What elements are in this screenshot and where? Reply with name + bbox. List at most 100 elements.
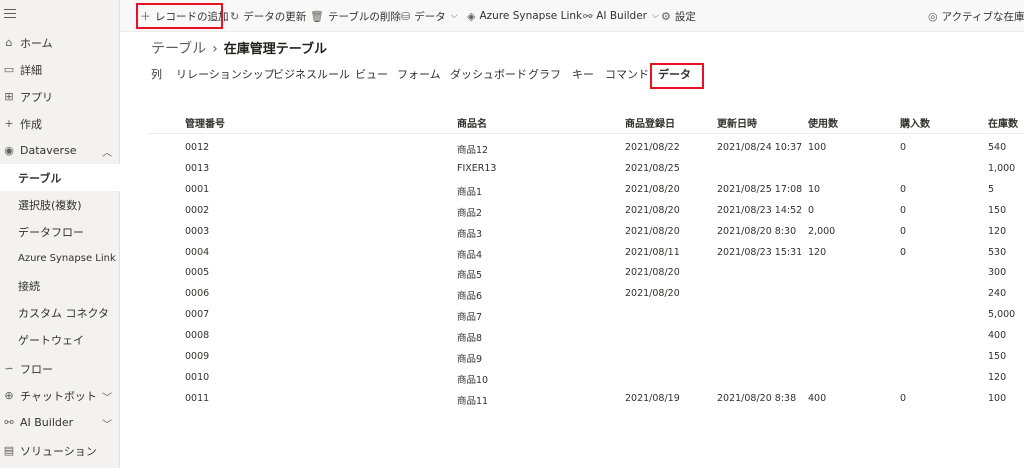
refresh-data-button[interactable]: ↻ データの更新: [230, 0, 306, 32]
column-header-registered-date[interactable]: 商品登録日: [625, 115, 675, 130]
breadcrumb-parent[interactable]: テーブル: [151, 41, 206, 57]
tab-forms[interactable]: フォーム: [397, 66, 441, 82]
cell-id: 0009: [185, 351, 210, 362]
sidebar-item-synapse-link[interactable]: Azure Synapse Link: [0, 245, 120, 272]
table-row[interactable]: 0008 商品8 400: [148, 326, 1024, 347]
data-menu-button[interactable]: ⛁ データ ⌵: [401, 0, 458, 32]
cell-stock-count: 150: [988, 351, 1007, 362]
sidebar-item-apps[interactable]: ⊞ アプリ: [0, 83, 120, 110]
table-row[interactable]: 0007 商品7 5,000: [148, 305, 1024, 326]
sidebar-item-dataflows[interactable]: データフロー: [0, 218, 120, 245]
cell-purchased-count: 0: [900, 142, 907, 153]
chevron-down-icon: ⌵: [450, 11, 458, 21]
cell-id: 0003: [185, 225, 210, 237]
breadcrumb: テーブル › 在庫管理テーブル: [151, 38, 327, 58]
sidebar-item-tables[interactable]: テーブル: [0, 164, 120, 191]
sidebar-item-create[interactable]: + 作成: [0, 110, 120, 137]
cell-registered-date: 2021/08/25: [625, 162, 680, 174]
tab-columns[interactable]: 列: [151, 66, 162, 82]
hamburger-menu-icon[interactable]: [4, 9, 16, 19]
sidebar-item-chatbots[interactable]: ⊕ チャットボット ﹀: [0, 382, 120, 409]
cell-registered-date: 2021/08/11: [625, 246, 680, 258]
cell-stock-count: 120: [988, 225, 1007, 237]
cell-modified-on: 2021/08/20 8:30: [717, 225, 797, 237]
refresh-icon: ↻: [230, 9, 240, 23]
tab-business-rules[interactable]: ビジネスルール: [273, 66, 350, 82]
tab-charts[interactable]: グラフ: [528, 66, 561, 82]
apps-icon: ⊞: [4, 90, 14, 103]
chevron-down-icon: ⌵: [651, 11, 659, 21]
sidebar-item-home[interactable]: ⌂ ホーム: [0, 29, 120, 56]
cell-modified-on: 2021/08/24 10:37: [717, 142, 803, 153]
delete-table-button[interactable]: 🗑 テーブルの削除: [310, 0, 401, 32]
ai-builder-button[interactable]: ⚯ AI Builder ⌵: [583, 0, 659, 32]
cell-purchased-count: 0: [900, 392, 907, 404]
tab-commands[interactable]: コマンド: [605, 66, 649, 82]
cell-modified-on: 2021/08/23 15:31: [717, 246, 803, 258]
cell-stock-count: 530: [988, 246, 1007, 258]
cell-product-name: 商品2: [457, 207, 483, 219]
chevron-down-icon: ﹀: [102, 393, 112, 404]
table-row[interactable]: 0004 商品4 2021/08/11 2021/08/23 15:31 120 0 530: [148, 243, 1024, 264]
column-header-stock-count[interactable]: 在庫数: [988, 115, 1018, 130]
table-row[interactable]: 0012 商品12 2021/08/22 2021/08/24 10:37 100 0 54…: [148, 138, 1024, 159]
table-row[interactable]: 0001 商品1 2021/08/20 2021/08/25 17:08 10 0 5: [148, 180, 1024, 201]
cell-stock-count: 1,000: [988, 162, 1016, 174]
cell-product-name: 商品12: [457, 145, 489, 156]
column-header-id[interactable]: 管理番号: [185, 115, 225, 130]
sidebar-item-ai-builder[interactable]: ⚯ AI Builder ﹀: [0, 409, 120, 436]
cell-purchased-count: 0: [900, 246, 907, 258]
eye-icon: ◎: [928, 9, 938, 23]
tab-keys[interactable]: キー: [572, 66, 594, 82]
table-row[interactable]: 0009 商品9 150: [148, 347, 1024, 368]
column-header-modified-on[interactable]: 更新日時: [717, 115, 757, 130]
sidebar-item-solutions[interactable]: ▤ ソリューション: [0, 437, 120, 464]
column-header-used-count[interactable]: 使用数: [808, 115, 838, 130]
cell-modified-on: 2021/08/20 8:38: [717, 392, 797, 404]
cell-purchased-count: 0: [900, 204, 907, 216]
column-header-purchased-count[interactable]: 購入数: [900, 115, 930, 130]
cell-stock-count: 5,000: [988, 309, 1016, 321]
cell-id: 0013: [185, 162, 210, 174]
chevron-up-icon: ︿: [102, 148, 112, 159]
sidebar-item-choices[interactable]: 選択肢(複数): [0, 191, 120, 218]
cell-registered-date: 2021/08/20: [625, 225, 680, 237]
table-row[interactable]: 0011 商品11 2021/08/19 2021/08/20 8:38 400 0 100: [148, 389, 1024, 410]
cell-id: 0005: [185, 267, 210, 279]
cell-product-name: 商品10: [457, 374, 489, 386]
column-header-product-name[interactable]: 商品名: [457, 115, 487, 130]
tab-dashboards[interactable]: ダッシュボード: [450, 66, 527, 82]
cell-id: 0011: [185, 392, 210, 404]
active-view-button[interactable]: ◎アクティブな在庫管: [928, 0, 1024, 32]
table-row[interactable]: 0013 FIXER13 2021/08/25 1,000: [148, 159, 1024, 180]
cell-product-name: 商品7: [457, 312, 483, 324]
tab-relationships[interactable]: リレーションシップ: [176, 66, 275, 82]
cell-id: 0010: [185, 371, 210, 383]
sidebar-item-connections[interactable]: 接続: [0, 272, 120, 299]
sidebar-item-dataverse[interactable]: ◉ Dataverse ︿: [0, 137, 120, 164]
synapse-link-button[interactable]: ◈ Azure Synapse Link ⌵: [467, 0, 594, 32]
sidebar: ⌂ ホーム ▭ 詳細 ⊞ アプリ + 作成 ◉ Dataverse ︿ テーブル 選択肢(…: [0, 0, 120, 468]
plus-icon: +: [4, 117, 14, 130]
cell-product-name: 商品1: [457, 186, 483, 198]
cell-registered-date: 2021/08/20: [625, 288, 680, 300]
database-icon: ⛁: [401, 9, 411, 23]
home-icon: ⌂: [5, 36, 13, 49]
cell-used-count: 100: [808, 142, 827, 153]
cell-id: 0008: [185, 330, 210, 342]
tab-views[interactable]: ビュー: [355, 66, 388, 82]
table-row[interactable]: 0010 商品10 120: [148, 368, 1024, 389]
table-row[interactable]: 0006 商品6 2021/08/20 240: [148, 284, 1024, 305]
table-row[interactable]: 0002 商品2 2021/08/20 2021/08/23 14:52 0 0 150: [148, 201, 1024, 222]
table-row[interactable]: 0003 商品3 2021/08/20 2021/08/20 8:30 2,000 0 12…: [148, 222, 1024, 243]
sidebar-item-learn[interactable]: ▭ 詳細: [0, 56, 120, 83]
cell-used-count: 2,000: [808, 225, 836, 237]
cell-stock-count: 5: [988, 183, 995, 195]
cell-used-count: 0: [808, 204, 815, 216]
settings-button[interactable]: ⚙ 設定: [661, 0, 696, 32]
sidebar-item-custom-connectors[interactable]: カスタム コネクタ: [0, 299, 120, 326]
table-row[interactable]: 0005 商品5 2021/08/20 300: [148, 263, 1024, 284]
sidebar-item-flows[interactable]: ∽ フロー: [0, 355, 120, 382]
sidebar-item-gateways[interactable]: ゲートウェイ: [0, 326, 120, 353]
cell-purchased-count: 0: [900, 183, 907, 195]
